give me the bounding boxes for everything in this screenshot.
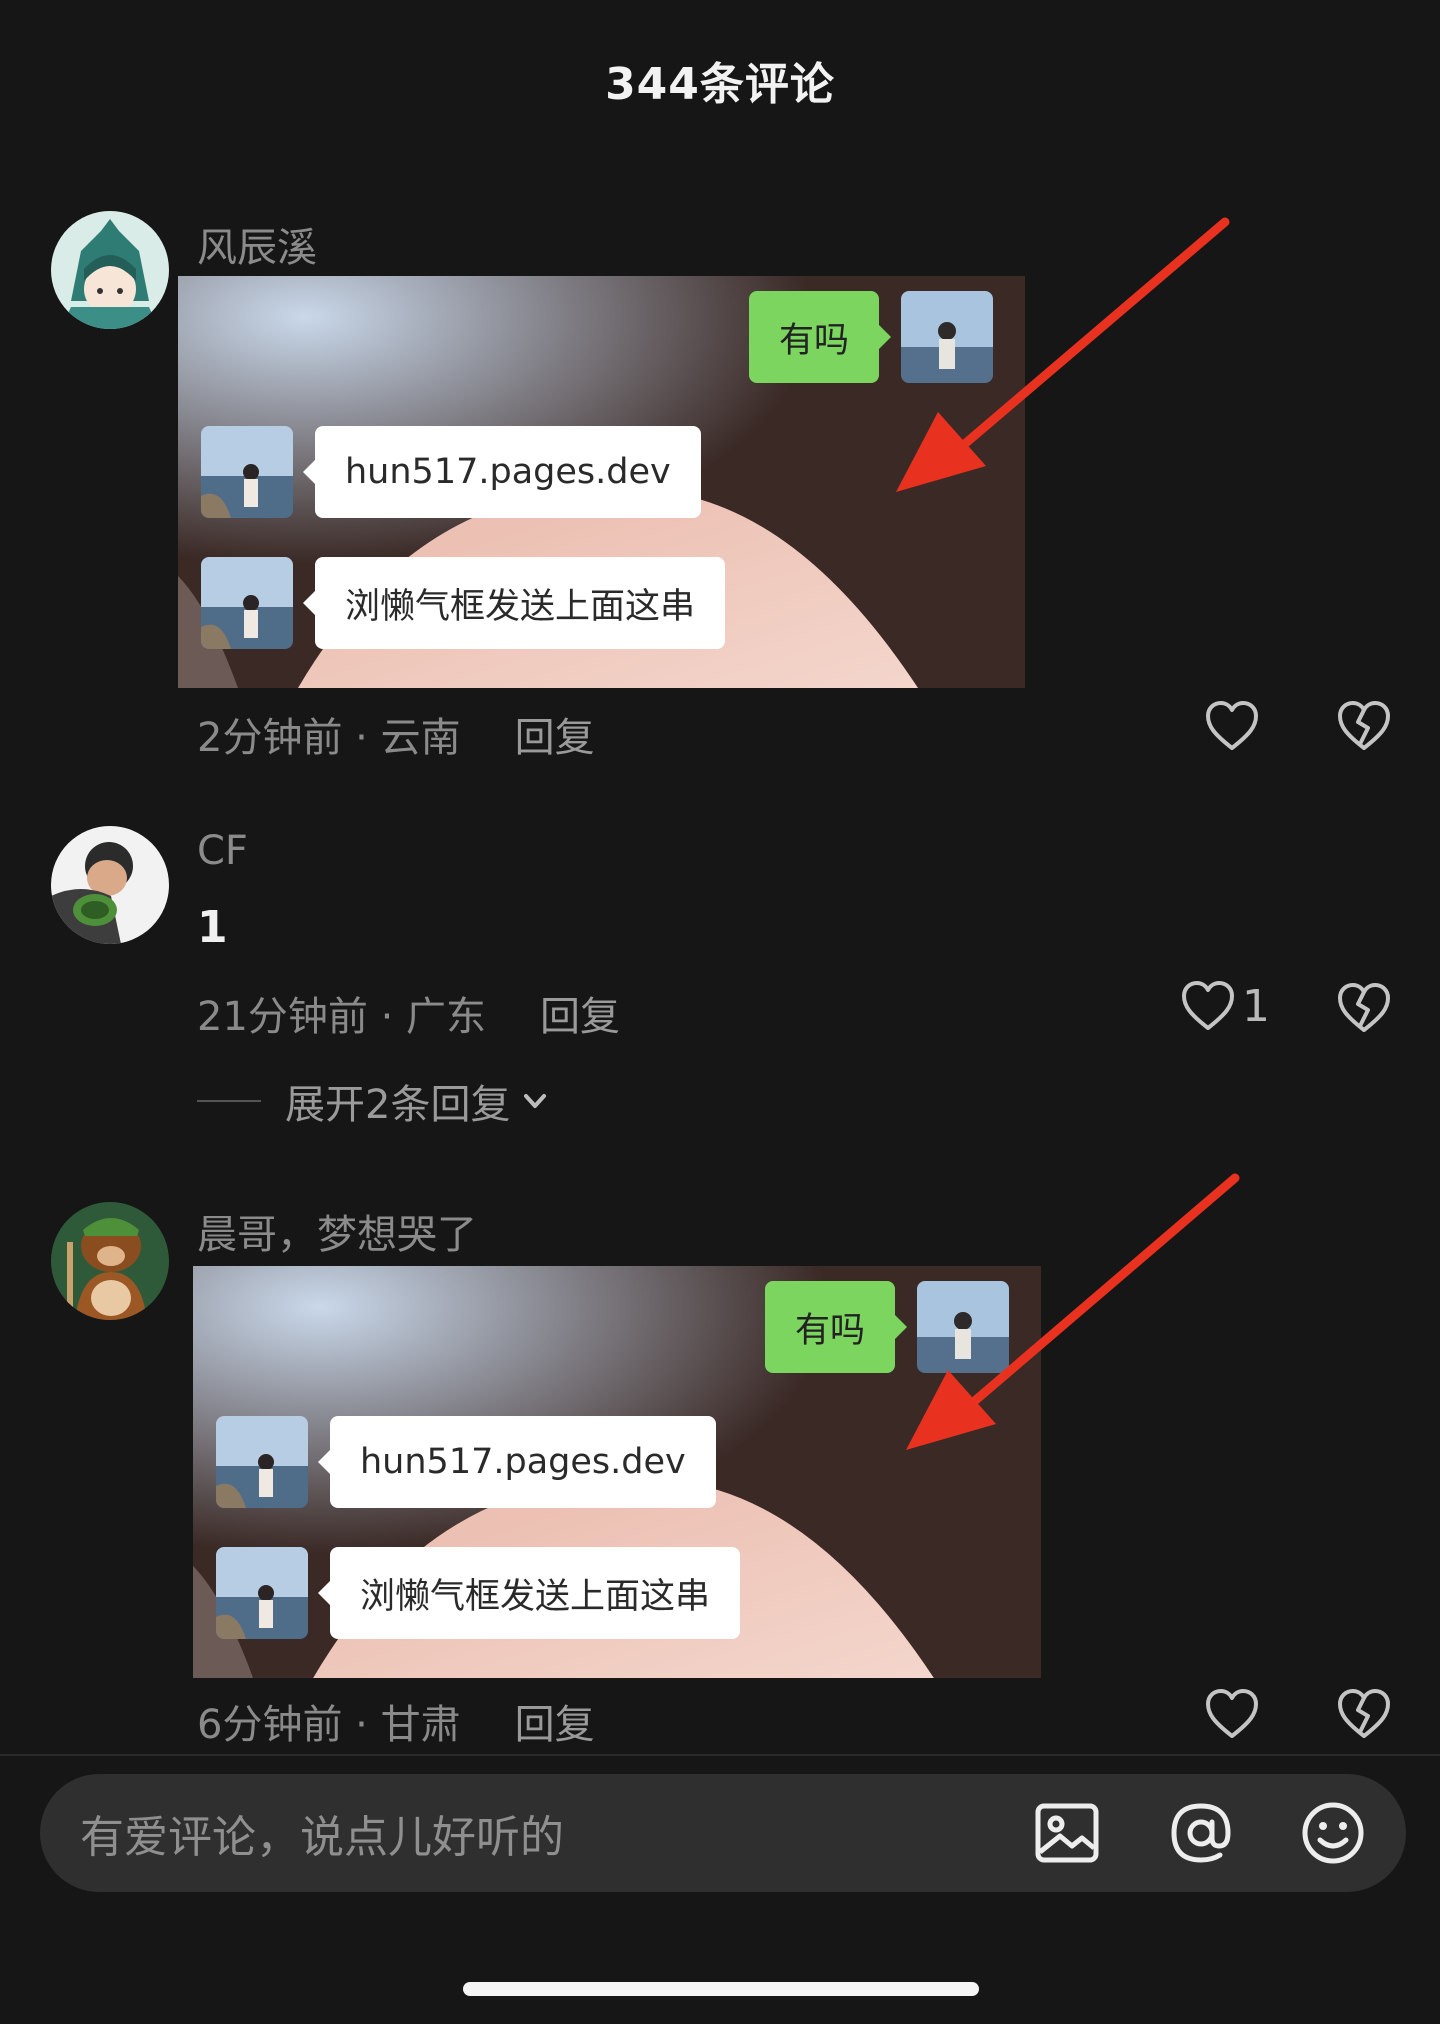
like-button[interactable] (1204, 700, 1260, 752)
chat-bubble-instruction: 浏懒气框发送上面这串 (317, 1547, 741, 1639)
avatar[interactable] (51, 211, 169, 329)
reply-button[interactable]: 回复 (540, 984, 620, 1042)
comment-input[interactable]: 有爱评论，说点儿好听的 (80, 1801, 564, 1865)
image-icon[interactable] (1032, 1798, 1102, 1868)
chat-avatar (901, 291, 993, 383)
chat-bubble-question: 有吗 (748, 291, 892, 383)
broken-heart-icon (1338, 1689, 1390, 1738)
username[interactable]: 晨哥，梦想哭了 (197, 1202, 477, 1260)
divider (197, 1100, 261, 1102)
comment-image[interactable]: 有吗 hun517.pages.dev 浏懒气框发送上面这串 (193, 1266, 1041, 1678)
username[interactable]: CF (197, 828, 248, 874)
chat-bubble-link: hun517.pages.dev (318, 1416, 716, 1508)
chat-avatar (216, 1416, 308, 1508)
heart-icon (1206, 701, 1258, 750)
broken-heart-icon (1338, 701, 1390, 750)
chat-bubble-question: 有吗 (764, 1281, 908, 1373)
comments-header: 344条评论 (0, 0, 1440, 160)
reply-button[interactable]: 回复 (515, 705, 595, 763)
dislike-button[interactable] (1336, 982, 1392, 1034)
broken-heart-icon (1338, 983, 1390, 1032)
divider (0, 1754, 1440, 1756)
comment-image[interactable]: 有吗 hun517.pages.dev 浏懒气框发送上面这串 (178, 276, 1025, 688)
like-button[interactable] (1204, 1688, 1260, 1740)
dislike-button[interactable] (1336, 1688, 1392, 1740)
chevron-down-icon (524, 1094, 547, 1108)
home-indicator[interactable] (463, 1982, 979, 1996)
time-location: 2分钟前 · 云南 (197, 715, 461, 761)
chat-bubble-instruction: 浏懒气框发送上面这串 (302, 557, 726, 649)
username[interactable]: 风辰溪 (197, 215, 317, 273)
chat-avatar (917, 1281, 1009, 1373)
expand-replies-label: 展开2条回复 (285, 1082, 511, 1128)
reply-button[interactable]: 回复 (515, 1692, 595, 1750)
chat-avatar (201, 426, 293, 518)
chat-avatar (201, 557, 293, 649)
time-location: 6分钟前 · 甘肃 (197, 1702, 461, 1748)
time-location: 21分钟前 · 广东 (197, 994, 487, 1040)
comment-meta: 6分钟前 · 甘肃 回复 (197, 1692, 595, 1750)
comment-count-title: 344条评论 (605, 59, 835, 110)
at-mention-icon[interactable] (1166, 1798, 1236, 1868)
comment-input-bar[interactable]: 有爱评论，说点儿好听的 (40, 1774, 1406, 1892)
chat-avatar (216, 1547, 308, 1639)
comment-meta: 21分钟前 · 广东 回复 (197, 984, 620, 1042)
heart-icon (1182, 981, 1234, 1030)
dislike-button[interactable] (1336, 700, 1392, 752)
avatar[interactable] (51, 1202, 169, 1320)
expand-replies-button[interactable]: 展开2条回复 (197, 1072, 550, 1130)
comment-text: 1 (197, 902, 228, 953)
heart-icon (1206, 1689, 1258, 1738)
chat-bubble-link: hun517.pages.dev (303, 426, 701, 518)
comment-meta: 2分钟前 · 云南 回复 (197, 705, 595, 763)
emoji-icon[interactable] (1298, 1798, 1368, 1868)
like-count: 1 (1242, 980, 1270, 1032)
avatar[interactable] (51, 826, 169, 944)
like-button[interactable]: 1 (1180, 980, 1270, 1032)
